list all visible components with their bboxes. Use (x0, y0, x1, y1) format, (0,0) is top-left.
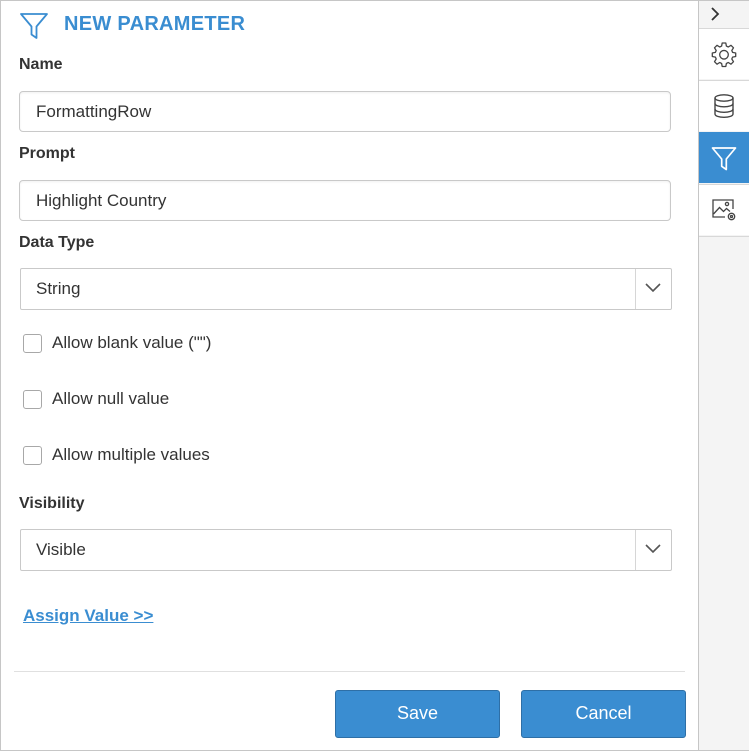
allow-null-option[interactable]: Allow null value (23, 389, 203, 413)
assign-value-link[interactable]: Assign Value >> (23, 606, 153, 626)
allow-blank-checkbox[interactable] (23, 334, 42, 353)
name-label: Name (19, 56, 63, 73)
footer-divider (14, 671, 685, 672)
allow-blank-label: Allow blank value ("") (52, 333, 212, 352)
prompt-label: Prompt (19, 145, 75, 162)
collapse-panel-button[interactable] (699, 1, 749, 28)
save-button[interactable]: Save (335, 690, 500, 738)
name-input[interactable] (19, 91, 671, 132)
toolbar-divider (699, 236, 749, 237)
gear-icon (711, 42, 737, 68)
image-settings-icon (712, 199, 736, 221)
prompt-input[interactable] (19, 180, 671, 221)
visibility-label: Visibility (19, 495, 85, 512)
data-type-select[interactable]: String (20, 268, 672, 310)
allow-multiple-option[interactable]: Allow multiple values (23, 445, 243, 469)
sidebar-item-parameters[interactable] (699, 132, 749, 183)
allow-blank-option[interactable]: Allow blank value ("") (23, 333, 243, 357)
chevron-down-icon (645, 283, 661, 293)
parameter-panel: NEW PARAMETER Name Prompt Data Type Stri… (1, 1, 698, 750)
sidebar-item-data[interactable] (699, 80, 749, 131)
data-type-label: Data Type (19, 234, 95, 251)
visibility-select[interactable]: Visible (20, 529, 672, 571)
allow-multiple-checkbox[interactable] (23, 446, 42, 465)
chevron-down-icon (645, 544, 661, 554)
chevron-right-icon (711, 7, 720, 21)
parameter-dialog: NEW PARAMETER Name Prompt Data Type Stri… (0, 0, 749, 751)
filter-icon (19, 11, 49, 41)
data-type-value: String (36, 279, 81, 298)
database-icon (714, 94, 734, 119)
allow-null-label: Allow null value (52, 389, 170, 408)
allow-multiple-label: Allow multiple values (52, 445, 210, 464)
filter-icon (711, 147, 737, 171)
allow-null-checkbox[interactable] (23, 390, 42, 409)
data-type-dropdown-button[interactable] (635, 269, 671, 309)
sidebar-item-settings[interactable] (699, 28, 749, 79)
visibility-dropdown-button[interactable] (635, 530, 671, 570)
cancel-button[interactable]: Cancel (521, 690, 686, 738)
panel-title: NEW PARAMETER (64, 13, 246, 35)
properties-toolbar (698, 1, 749, 750)
sidebar-item-image-settings[interactable] (699, 184, 749, 235)
visibility-value: Visible (36, 540, 86, 559)
